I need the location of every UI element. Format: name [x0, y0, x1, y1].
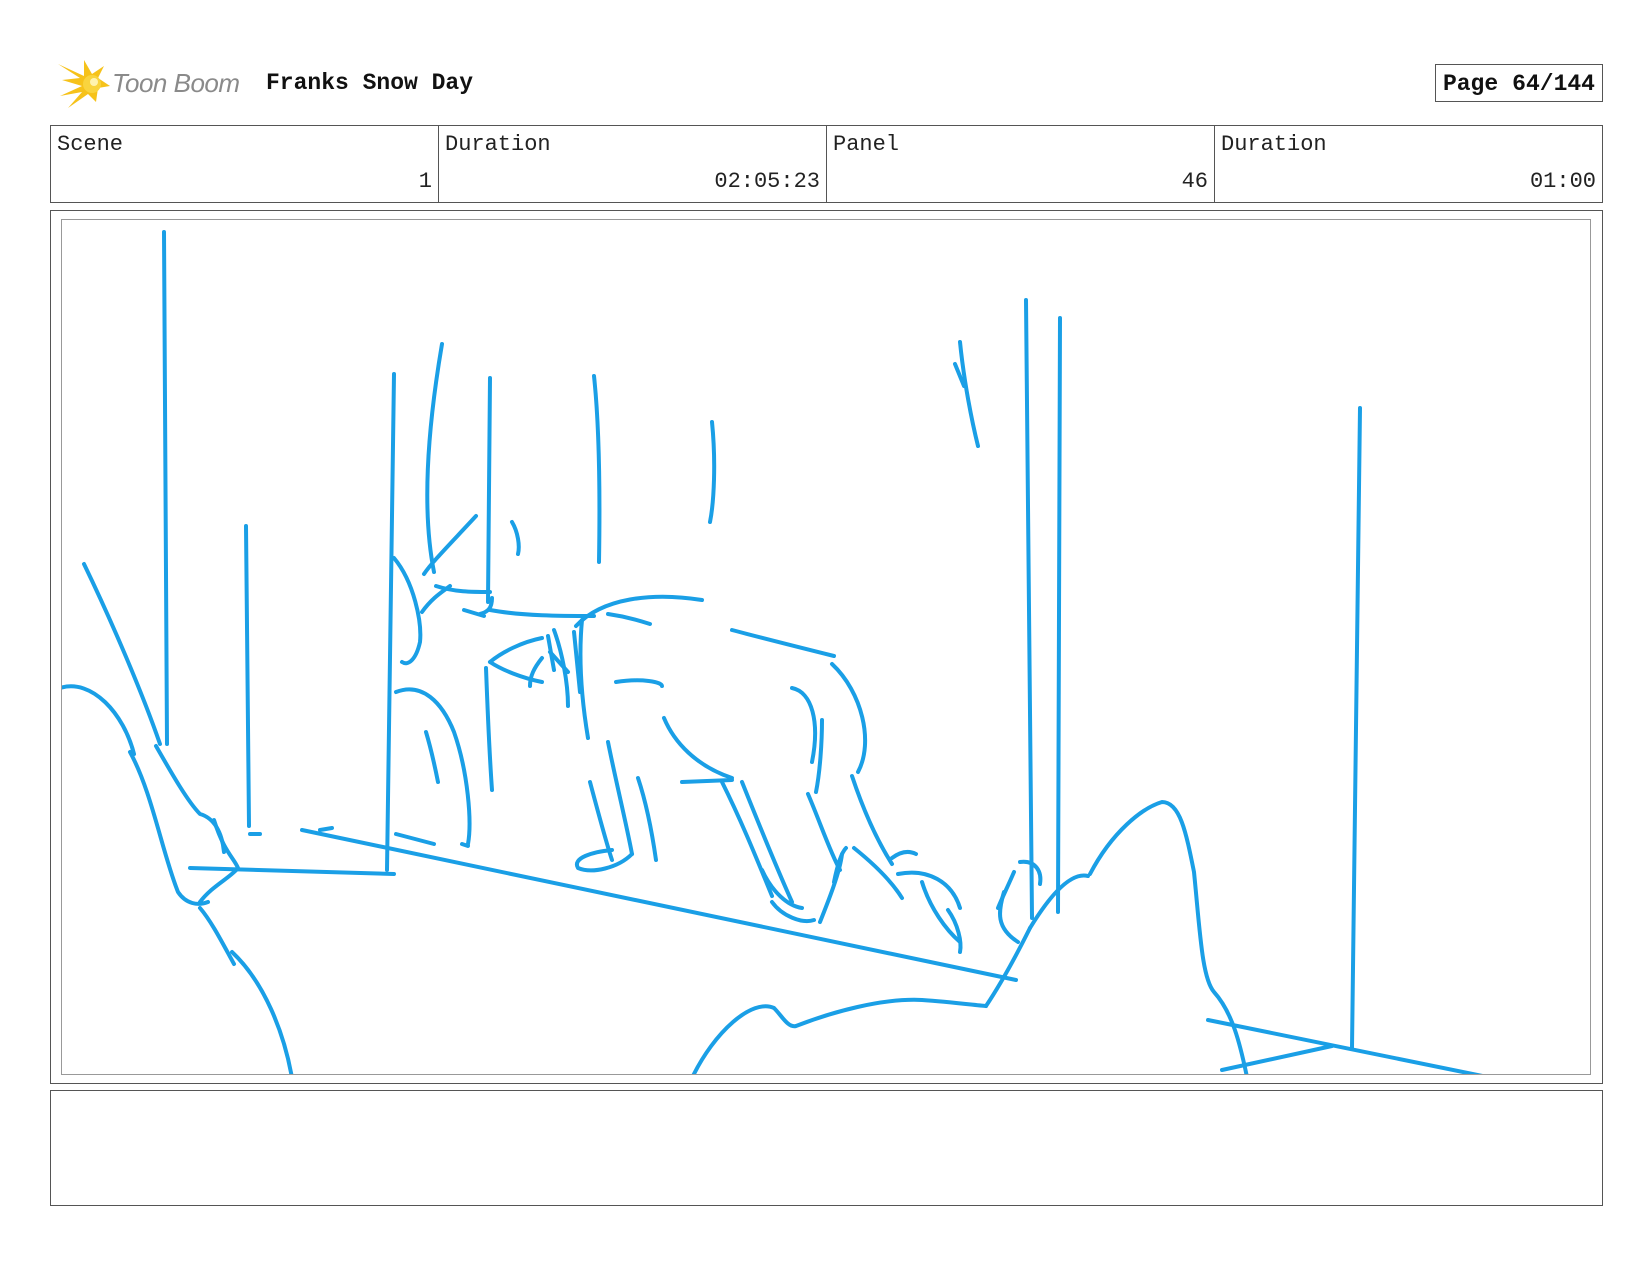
starburst-logo-icon	[58, 60, 110, 108]
left-snowbank	[62, 562, 294, 1074]
panel-duration-value: 01:00	[1529, 169, 1596, 194]
scene-value: 1	[418, 169, 432, 194]
brand-name: Toon Boom	[112, 68, 240, 98]
page-indicator: Page 64/144	[1434, 64, 1603, 102]
panel-value: 46	[1181, 169, 1208, 194]
scene-label: Scene	[57, 132, 124, 157]
animal-sketch	[484, 594, 963, 954]
right-snowbank	[691, 800, 1249, 1074]
panel-duration-label: Duration	[1221, 132, 1327, 157]
scene-duration-value: 02:05:23	[714, 169, 820, 194]
scene-info-table: Scene 1 Duration 02:05:23 Panel 46 Durat…	[50, 125, 1603, 203]
scene-cell: Scene 1	[51, 126, 439, 202]
page-number: 64/144	[1512, 71, 1595, 97]
panel-drawing-area	[61, 219, 1591, 1075]
page-label: Page	[1442, 71, 1499, 97]
panel-label: Panel	[833, 132, 900, 157]
panel-duration-cell: Duration 01:00	[1215, 126, 1602, 202]
panel-frame	[50, 210, 1603, 1084]
project-title: Franks Snow Day	[266, 70, 474, 96]
scene-duration-cell: Duration 02:05:23	[439, 126, 827, 202]
toon-boom-logo: Toon Boom	[54, 58, 254, 110]
sketch-drawing	[62, 230, 1483, 1074]
panel-cell: Panel 46	[827, 126, 1215, 202]
panel-notes-box	[50, 1090, 1603, 1206]
rock-shapes	[392, 514, 596, 848]
scene-duration-label: Duration	[445, 132, 551, 157]
storyboard-header: Toon Boom Franks Snow Day Page 64/144	[50, 56, 1603, 110]
